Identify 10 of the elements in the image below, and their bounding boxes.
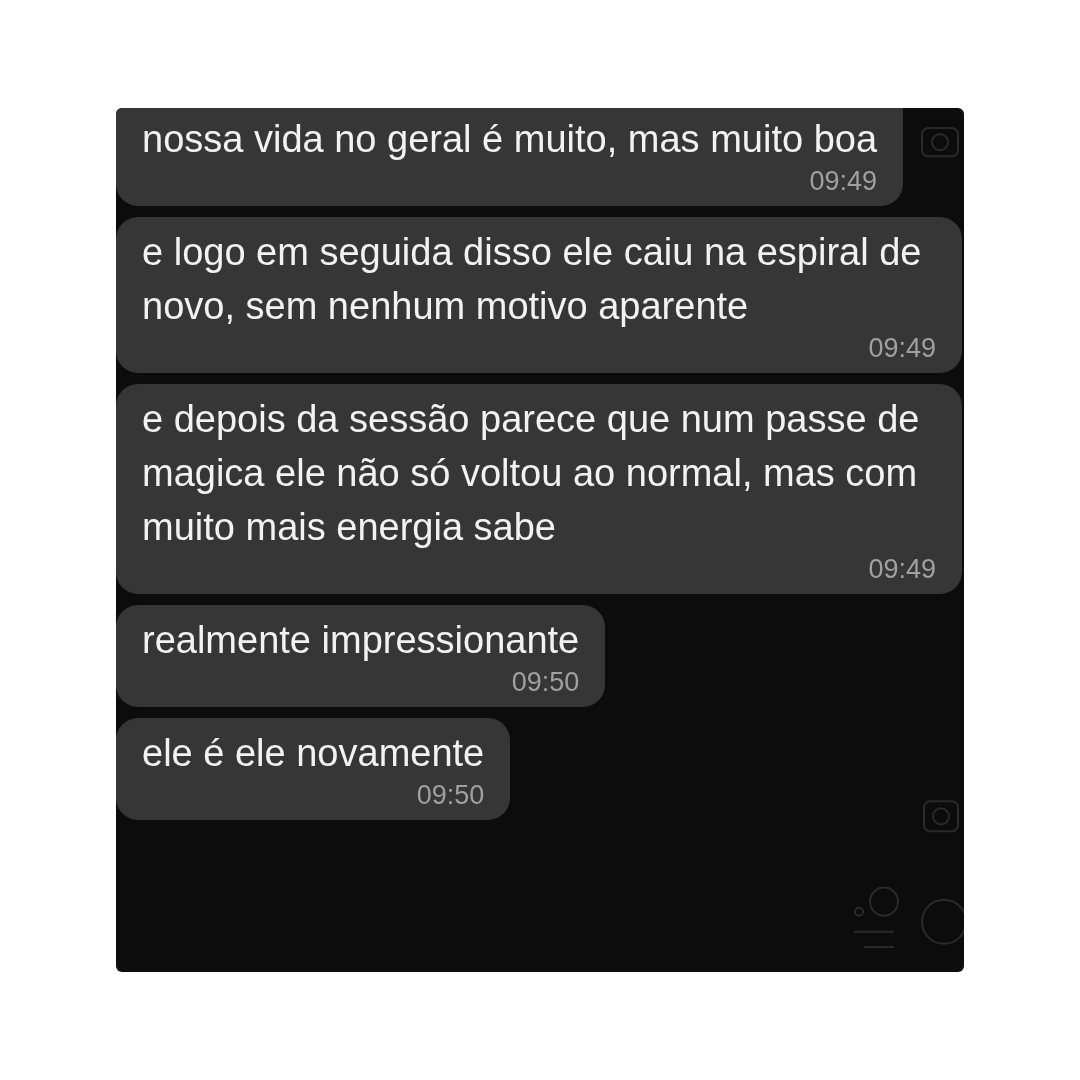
message-text: realmente impressionante [142, 618, 580, 663]
message-text: e depois da sessão parece que num passe de magica ele não só voltou ao normal, mas com muito mais energia sabe [142, 397, 921, 550]
message-text: nossa vida no geral é muito, mas muito boa [142, 117, 878, 162]
message-time: 09:49 [868, 554, 936, 584]
message-text: ele é ele novamente [142, 731, 485, 776]
message-time: 09:50 [511, 667, 580, 697]
message-time: 09:49 [809, 166, 878, 196]
message-time: 09:50 [416, 780, 485, 810]
message-text: e logo em seguida disso ele caiu na espiral de novo, sem nenhum motivo aparente [142, 230, 923, 329]
message-time: 09:49 [868, 333, 936, 363]
